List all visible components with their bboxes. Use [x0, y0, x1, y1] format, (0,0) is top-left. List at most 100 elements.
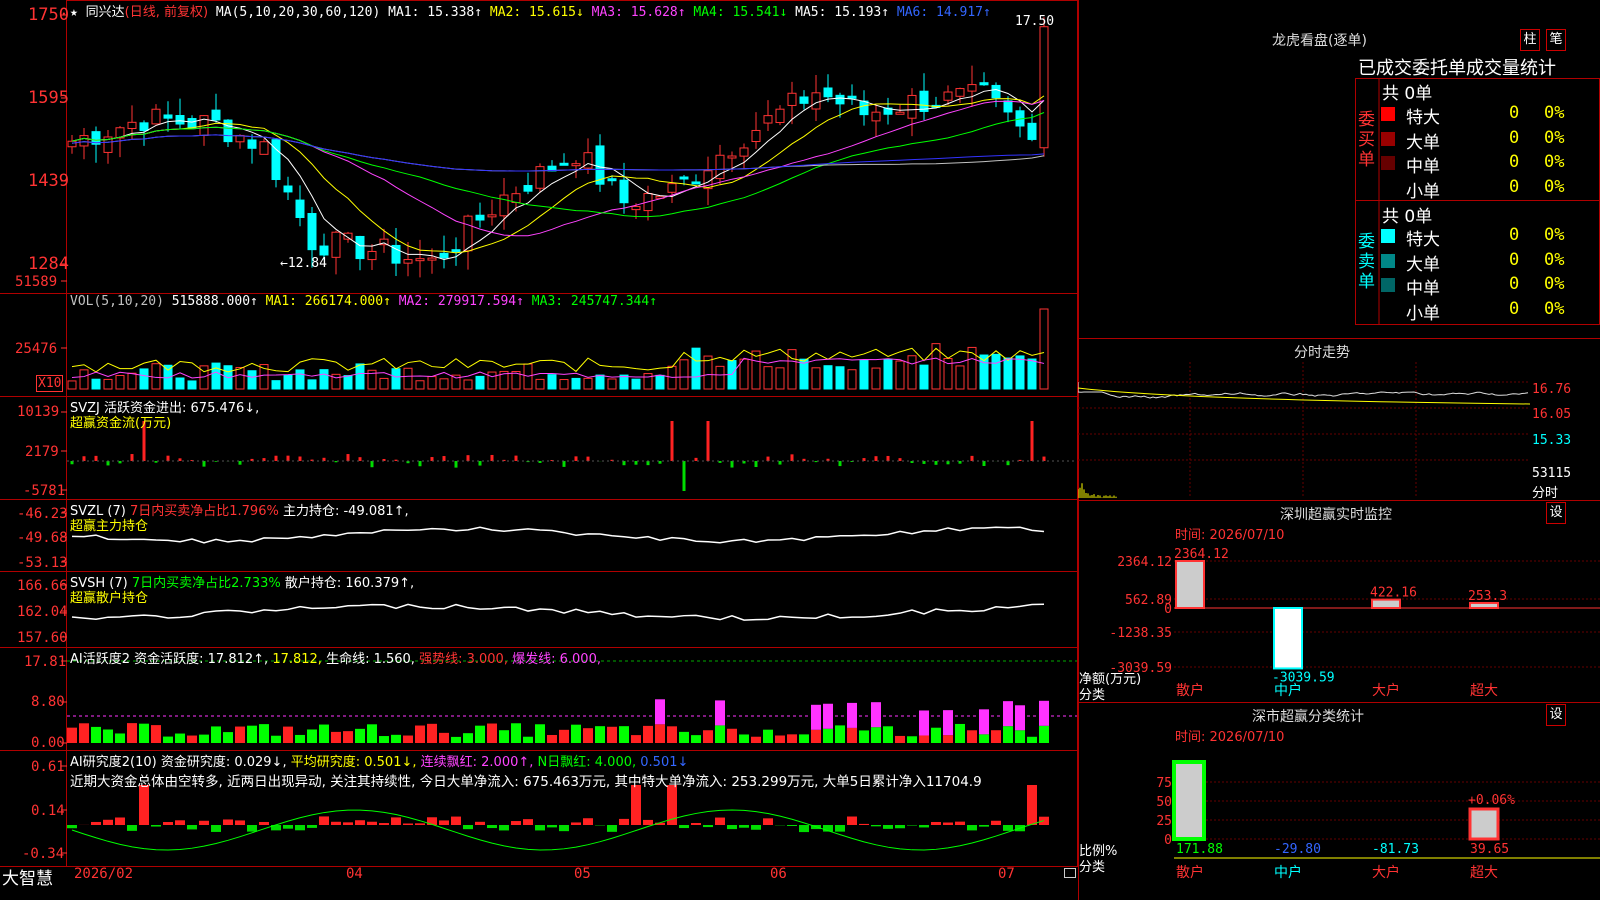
activity-bar: [439, 732, 449, 743]
volume-bar: [67, 380, 77, 390]
vol-ma2: MA2: 279917.594↑: [398, 294, 524, 309]
monitor-axis-tick: -1238.35: [1109, 626, 1172, 641]
research-bar: [439, 820, 449, 825]
order-count: 0: [1509, 103, 1520, 123]
candle-body: [631, 205, 641, 211]
research-bar: [331, 821, 341, 825]
vol-ma1: MA1: 266174.000↑: [265, 294, 391, 309]
retail-holding-line: [71, 603, 1045, 621]
buy-side-label: 委买单: [1358, 110, 1375, 170]
order-size-label: 大单: [1406, 132, 1440, 153]
activity-bar: [283, 726, 293, 743]
flow-bar: [1030, 421, 1034, 461]
vol-ma3: MA3: 245747.344↑: [531, 294, 658, 309]
volume-bar: [595, 374, 605, 390]
candle-body: [907, 94, 917, 119]
class-stats-title: 深市超赢分类统计: [1252, 709, 1364, 725]
activity-bar: [379, 736, 389, 743]
research-bar: [199, 820, 209, 825]
research-bar: [283, 825, 293, 829]
intraday-chart[interactable]: [1078, 362, 1600, 502]
vol-panel-header: VOL(5,10,20) 515888.000↑ MA1: 266174.000…: [70, 294, 657, 309]
lock-icon[interactable]: [1064, 868, 1076, 878]
activity-bar: [307, 729, 317, 743]
flow-bar: [706, 421, 710, 461]
ai-research-v4: N日飘红: 4.000,: [537, 755, 637, 770]
volume-bar: [151, 363, 161, 390]
research-bar: [523, 819, 533, 825]
class-value-label: 39.65: [1470, 842, 1509, 857]
volume-bar: [883, 358, 893, 390]
volume-bar: [343, 375, 353, 390]
bar-mode-button[interactable]: 柱: [1520, 29, 1540, 51]
research-bar: [943, 822, 953, 825]
activity-bar: [427, 723, 437, 743]
candle-body: [259, 141, 269, 155]
flow-bar: [490, 454, 494, 461]
flow-bar: [574, 456, 578, 461]
flow-bar: [106, 461, 110, 466]
ma1-value: MA1: 15.338↑: [388, 5, 483, 20]
research-bar: [175, 820, 185, 825]
volume-bar: [1003, 357, 1013, 390]
flow-bar: [466, 455, 470, 461]
candle-body: [355, 235, 365, 260]
activity-bar: [931, 727, 941, 743]
date-axis-label: 2026/02: [74, 866, 134, 882]
volume-bar: [187, 380, 197, 390]
volume-bar: [919, 364, 929, 390]
activity-bar: [955, 723, 965, 743]
activity-bar: [871, 727, 881, 743]
volume-bar: [175, 377, 185, 390]
candle-body: [691, 181, 701, 185]
volume-bar: [547, 374, 557, 390]
volume-bar: [211, 362, 221, 390]
flow-bar: [970, 455, 974, 461]
low-price-marker: ←12.84: [280, 256, 327, 271]
stock-name[interactable]: 同兴达: [86, 5, 125, 20]
price-axis-tick: 1439: [28, 171, 69, 191]
research-bar: [991, 820, 1001, 825]
activity-bar: [67, 727, 77, 743]
activity-bar: [511, 723, 521, 743]
flow-bar: [754, 461, 758, 468]
activity-bar: [571, 724, 581, 743]
svzl-axis-tick: -46.23: [17, 506, 68, 522]
candle-body: [463, 215, 473, 252]
flow-bar: [418, 461, 422, 467]
volume-bar: [127, 372, 137, 390]
svzj-subtitle: 超赢资金流(万元): [70, 416, 172, 431]
activity-bars: [67, 660, 1077, 743]
activity-bar: [367, 724, 377, 743]
research-bar: [235, 820, 245, 825]
monitor-settings-button[interactable]: 设: [1546, 502, 1566, 524]
activity-bar: [991, 730, 1001, 743]
research-bar: [319, 816, 329, 825]
intraday-title[interactable]: 分时走势: [1294, 342, 1350, 362]
volume-bar: [91, 378, 101, 390]
order-size-swatch: [1381, 302, 1395, 317]
volume-bar: [619, 374, 629, 390]
ai-research-header: AI研究度2(10) 资金研究度: 0.029↓, 平均研究度: 0.501↓,…: [70, 751, 688, 770]
monitor-bar-label: 2364.12: [1174, 547, 1229, 562]
activity-burst-bar: [943, 710, 953, 736]
monitor-title: 深圳超赢实时监控: [1280, 507, 1392, 523]
volume-bar: [631, 378, 641, 390]
intraday-label: 分时: [1532, 486, 1559, 501]
research-bar: [91, 821, 101, 825]
activity-bar: [451, 736, 461, 743]
order-size-swatch: [1381, 278, 1395, 292]
period-label[interactable]: (日线, 前复权): [125, 5, 208, 20]
research-bar: [1027, 785, 1037, 825]
class-settings-button[interactable]: 设: [1546, 704, 1566, 726]
candle-body: [859, 100, 869, 116]
svzj-axis-tick: 2179: [25, 444, 59, 460]
svsh-axis-tick: 162.04: [17, 604, 68, 620]
activity-bar: [967, 730, 977, 743]
candle-body: [775, 108, 785, 124]
research-bar: [547, 825, 557, 828]
activity-bar: [415, 725, 425, 743]
tick-mode-button[interactable]: 笔: [1546, 29, 1566, 51]
research-bar: [451, 816, 461, 825]
activity-bar: [787, 734, 797, 743]
